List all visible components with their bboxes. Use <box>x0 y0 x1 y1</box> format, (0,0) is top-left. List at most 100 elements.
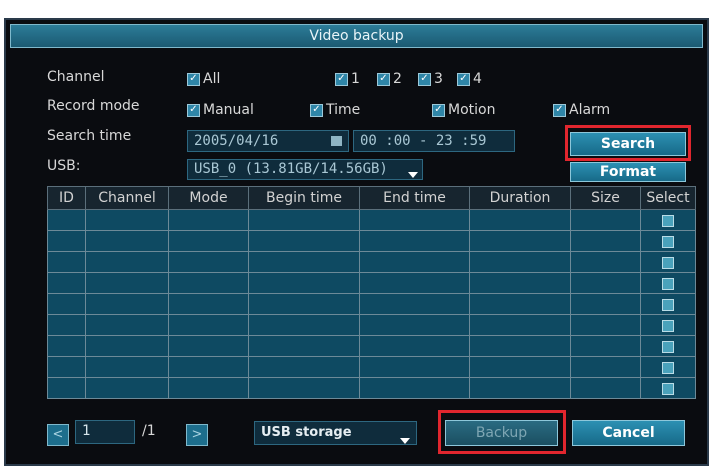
table-cell <box>85 356 169 378</box>
prev-page-button[interactable]: < <box>47 424 69 446</box>
table-cell <box>85 293 169 315</box>
table-cell <box>168 209 249 231</box>
storage-select[interactable]: USB storage <box>254 421 417 445</box>
table-cell <box>168 335 249 357</box>
table-cell <box>469 251 571 273</box>
table-cell <box>469 272 571 294</box>
row-select-checkbox[interactable] <box>662 278 674 290</box>
table-cell <box>359 293 470 315</box>
table-cell <box>47 356 86 378</box>
table-cell <box>469 209 571 231</box>
table-cell <box>359 314 470 336</box>
check-icon: ✓ <box>377 72 390 86</box>
table-row <box>47 356 696 378</box>
row-select-checkbox[interactable] <box>662 215 674 227</box>
mode-alarm-label: Alarm <box>569 102 611 118</box>
table-cell <box>47 293 86 315</box>
row-select-checkbox[interactable] <box>662 236 674 248</box>
table-cell <box>248 335 360 357</box>
table-cell <box>85 230 169 252</box>
chevron-left-icon: < <box>52 427 64 442</box>
table-cell <box>570 272 641 294</box>
table-cell <box>359 251 470 273</box>
table-row <box>47 314 696 336</box>
search-highlight <box>565 125 691 161</box>
channel-4-checkbox[interactable]: ✓ 4 <box>457 71 482 87</box>
channel-label: Channel <box>47 69 105 85</box>
col-header-begin-time: Begin time <box>248 186 360 210</box>
mode-manual-label: Manual <box>203 102 254 118</box>
check-icon: ✓ <box>432 103 445 117</box>
search-date-field[interactable]: 2005/04/16 <box>187 130 349 152</box>
mode-manual-checkbox[interactable]: ✓ Manual <box>187 102 254 118</box>
table-cell <box>47 377 86 399</box>
table-cell <box>85 377 169 399</box>
row-select-checkbox[interactable] <box>662 320 674 332</box>
chevron-down-icon <box>400 430 410 444</box>
table-cell <box>85 314 169 336</box>
table-cell <box>469 230 571 252</box>
table-cell <box>570 209 641 231</box>
channel-2-checkbox[interactable]: ✓ 2 <box>377 71 402 87</box>
channel-3-checkbox[interactable]: ✓ 3 <box>418 71 443 87</box>
select-cell <box>640 335 696 357</box>
channel-all-checkbox[interactable]: ✓ All <box>187 71 220 87</box>
channel-4-label: 4 <box>473 71 482 87</box>
table-cell <box>469 377 571 399</box>
row-select-checkbox[interactable] <box>662 362 674 374</box>
mode-time-label: Time <box>326 102 361 118</box>
table-cell <box>359 356 470 378</box>
check-icon: ✓ <box>553 103 566 117</box>
row-select-checkbox[interactable] <box>662 257 674 269</box>
channel-2-label: 2 <box>393 71 402 87</box>
table-cell <box>168 293 249 315</box>
table-cell <box>47 251 86 273</box>
search-time-label: Search time <box>47 128 132 144</box>
format-button[interactable]: Format <box>570 162 686 182</box>
row-select-checkbox[interactable] <box>662 341 674 353</box>
calendar-icon[interactable] <box>331 136 342 146</box>
channel-1-label: 1 <box>351 71 360 87</box>
table-cell <box>47 335 86 357</box>
search-time-range-field[interactable]: 00 :00 - 23 :59 <box>353 130 515 152</box>
mode-alarm-checkbox[interactable]: ✓ Alarm <box>553 102 610 118</box>
select-cell <box>640 209 696 231</box>
table-row <box>47 293 696 315</box>
usb-select-value: USB_0 (13.81GB/14.56GB) <box>194 161 388 177</box>
select-cell <box>640 272 696 294</box>
table-row <box>47 251 696 273</box>
table-cell <box>85 272 169 294</box>
next-page-button[interactable]: > <box>186 424 208 446</box>
row-select-checkbox[interactable] <box>662 383 674 395</box>
usb-label: USB: <box>47 158 81 174</box>
results-table: ID Channel Mode Begin time End time Dura… <box>47 186 696 399</box>
table-cell <box>168 314 249 336</box>
table-cell <box>47 209 86 231</box>
channel-3-label: 3 <box>434 71 443 87</box>
table-cell <box>248 377 360 399</box>
table-header-row: ID Channel Mode Begin time End time Dura… <box>47 186 696 210</box>
page-total: /1 <box>142 423 156 439</box>
table-cell <box>359 335 470 357</box>
table-body <box>47 209 696 399</box>
table-cell <box>570 293 641 315</box>
page-number-input[interactable]: 1 <box>75 420 135 444</box>
channel-1-checkbox[interactable]: ✓ 1 <box>335 71 360 87</box>
col-header-select: Select <box>640 186 696 210</box>
table-row <box>47 272 696 294</box>
cancel-button[interactable]: Cancel <box>572 420 685 446</box>
select-cell <box>640 251 696 273</box>
table-cell <box>85 251 169 273</box>
record-mode-label: Record mode <box>47 98 140 114</box>
table-cell <box>359 230 470 252</box>
mode-motion-checkbox[interactable]: ✓ Motion <box>432 102 495 118</box>
table-cell <box>85 209 169 231</box>
chevron-down-icon <box>408 166 418 179</box>
mode-time-checkbox[interactable]: ✓ Time <box>310 102 360 118</box>
table-cell <box>248 251 360 273</box>
usb-select[interactable]: USB_0 (13.81GB/14.56GB) <box>187 159 423 180</box>
row-select-checkbox[interactable] <box>662 299 674 311</box>
table-cell <box>359 272 470 294</box>
select-cell <box>640 356 696 378</box>
backup-highlight <box>438 410 566 454</box>
